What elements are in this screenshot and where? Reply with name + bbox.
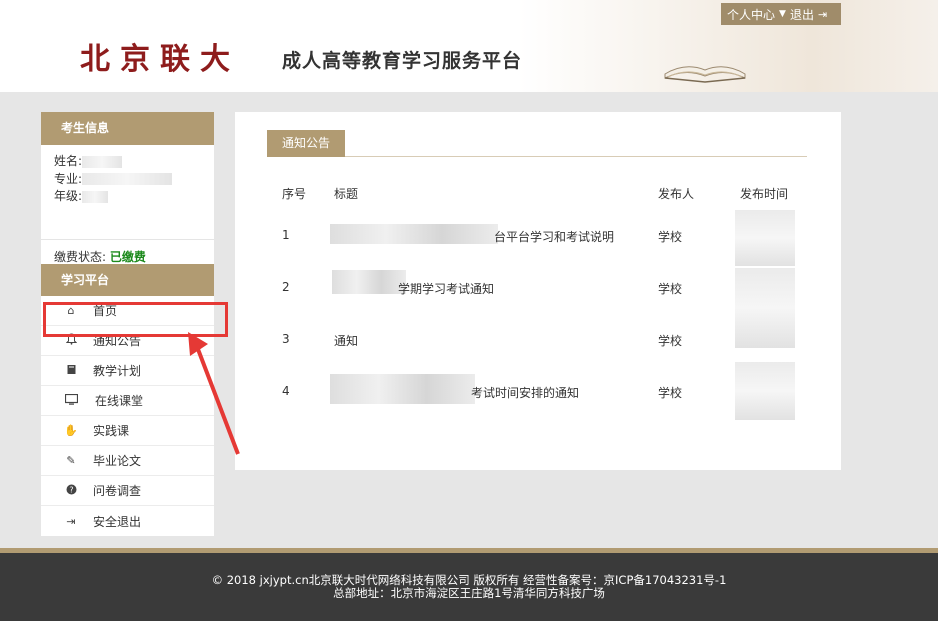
sidebar-item-label: 毕业论文 [93,454,142,468]
time-redacted [735,268,795,348]
column-header-time: 发布时间 [740,187,789,201]
row-number: 3 [282,332,290,346]
student-info: 姓名: 专业: 年级: [41,145,214,239]
sidebar-item-label: 在线课堂 [95,394,144,408]
column-header-title: 标题 [334,187,359,201]
monitor-icon [63,393,79,408]
grade-label: 年级: [54,189,83,203]
row-publisher: 学校 [658,334,683,348]
platform-title: 成人高等教育学习服务平台 [282,50,523,72]
sidebar-item-label: 问卷调查 [93,484,142,498]
signout-icon[interactable]: ⇥ [818,8,827,21]
tab-bar: 通知公告 [267,130,807,157]
book-icon [63,364,79,378]
question-icon: ? [63,484,79,498]
address-text: 总部地址：北京市海淀区王庄路1号清华同方科技广场 [333,586,605,600]
name-label: 姓名: [54,154,83,168]
grade-value-redacted [82,190,109,203]
time-redacted [735,210,795,266]
row-publisher: 学校 [658,230,683,244]
sidebar-item-label: 安全退出 [93,514,142,529]
sidebar-item-label: 实践课 [93,424,130,438]
notice-panel: 通知公告 序号 标题 发布人 发布时间 1 台平台学习和考试说明 学校 2 学期… [235,112,841,470]
header: 北京联大 成人高等教育学习服务平台 个人中心 ▼ 退出 ⇥ [0,0,938,92]
major-label: 专业: [54,171,83,186]
edit-icon: ✎ [66,454,76,467]
logout-link[interactable]: 退出 [790,6,814,23]
fee-status-value: 已缴费 [109,250,146,264]
sidebar-item-label: 教学计划 [93,364,142,378]
row-publisher: 学校 [658,282,683,296]
row-title-link[interactable]: 考试时间安排的通知 [471,384,579,401]
title-redacted [332,270,406,294]
major-value-redacted [82,173,173,185]
fee-label: 缴费状态: [54,250,107,264]
title-redacted [330,224,498,244]
student-info-heading: 考生信息 [41,112,214,145]
svg-text:?: ? [69,485,73,494]
row-publisher: 学校 [658,386,683,400]
row-number: 2 [282,280,290,294]
name-value-redacted [82,155,123,168]
annotation-arrow [188,332,240,455]
tab-notices[interactable]: 通知公告 [267,130,346,157]
table-header: 序号 标题 发布人 发布时间 [235,185,841,205]
row-title-link[interactable]: 台平台学习和考试说明 [494,228,614,245]
row-number: 4 [282,384,290,398]
column-header-no: 序号 [282,187,307,201]
column-header-publisher: 发布人 [658,187,695,201]
open-book-illustration [664,66,746,83]
hand-icon: ✋ [64,424,78,437]
sidebar-item-logout[interactable]: ⇥ 安全退出 [41,506,214,536]
row-number: 1 [282,228,290,242]
footer: © 2018 jxjypt.cn北京联大时代网络科技有限公司 版权所有 经营性备… [0,553,938,621]
row-title-link[interactable]: 通知 [334,332,358,349]
fee-status: 缴费状态: 已缴费 [41,239,214,264]
chevron-down-icon[interactable]: ▼ [779,9,786,19]
user-center-link[interactable]: 个人中心 [727,6,775,23]
time-redacted [735,362,795,420]
user-toolbar: 个人中心 ▼ 退出 ⇥ [721,3,841,25]
site-logo[interactable]: 北京联大 [80,34,240,78]
sidebar-item-survey[interactable]: ? 问卷调查 [41,476,214,506]
row-title-link[interactable]: 学期学习考试通知 [398,280,494,297]
title-redacted [330,374,475,404]
signout-icon: ⇥ [66,514,76,528]
study-platform-heading: 学习平台 [41,264,214,296]
